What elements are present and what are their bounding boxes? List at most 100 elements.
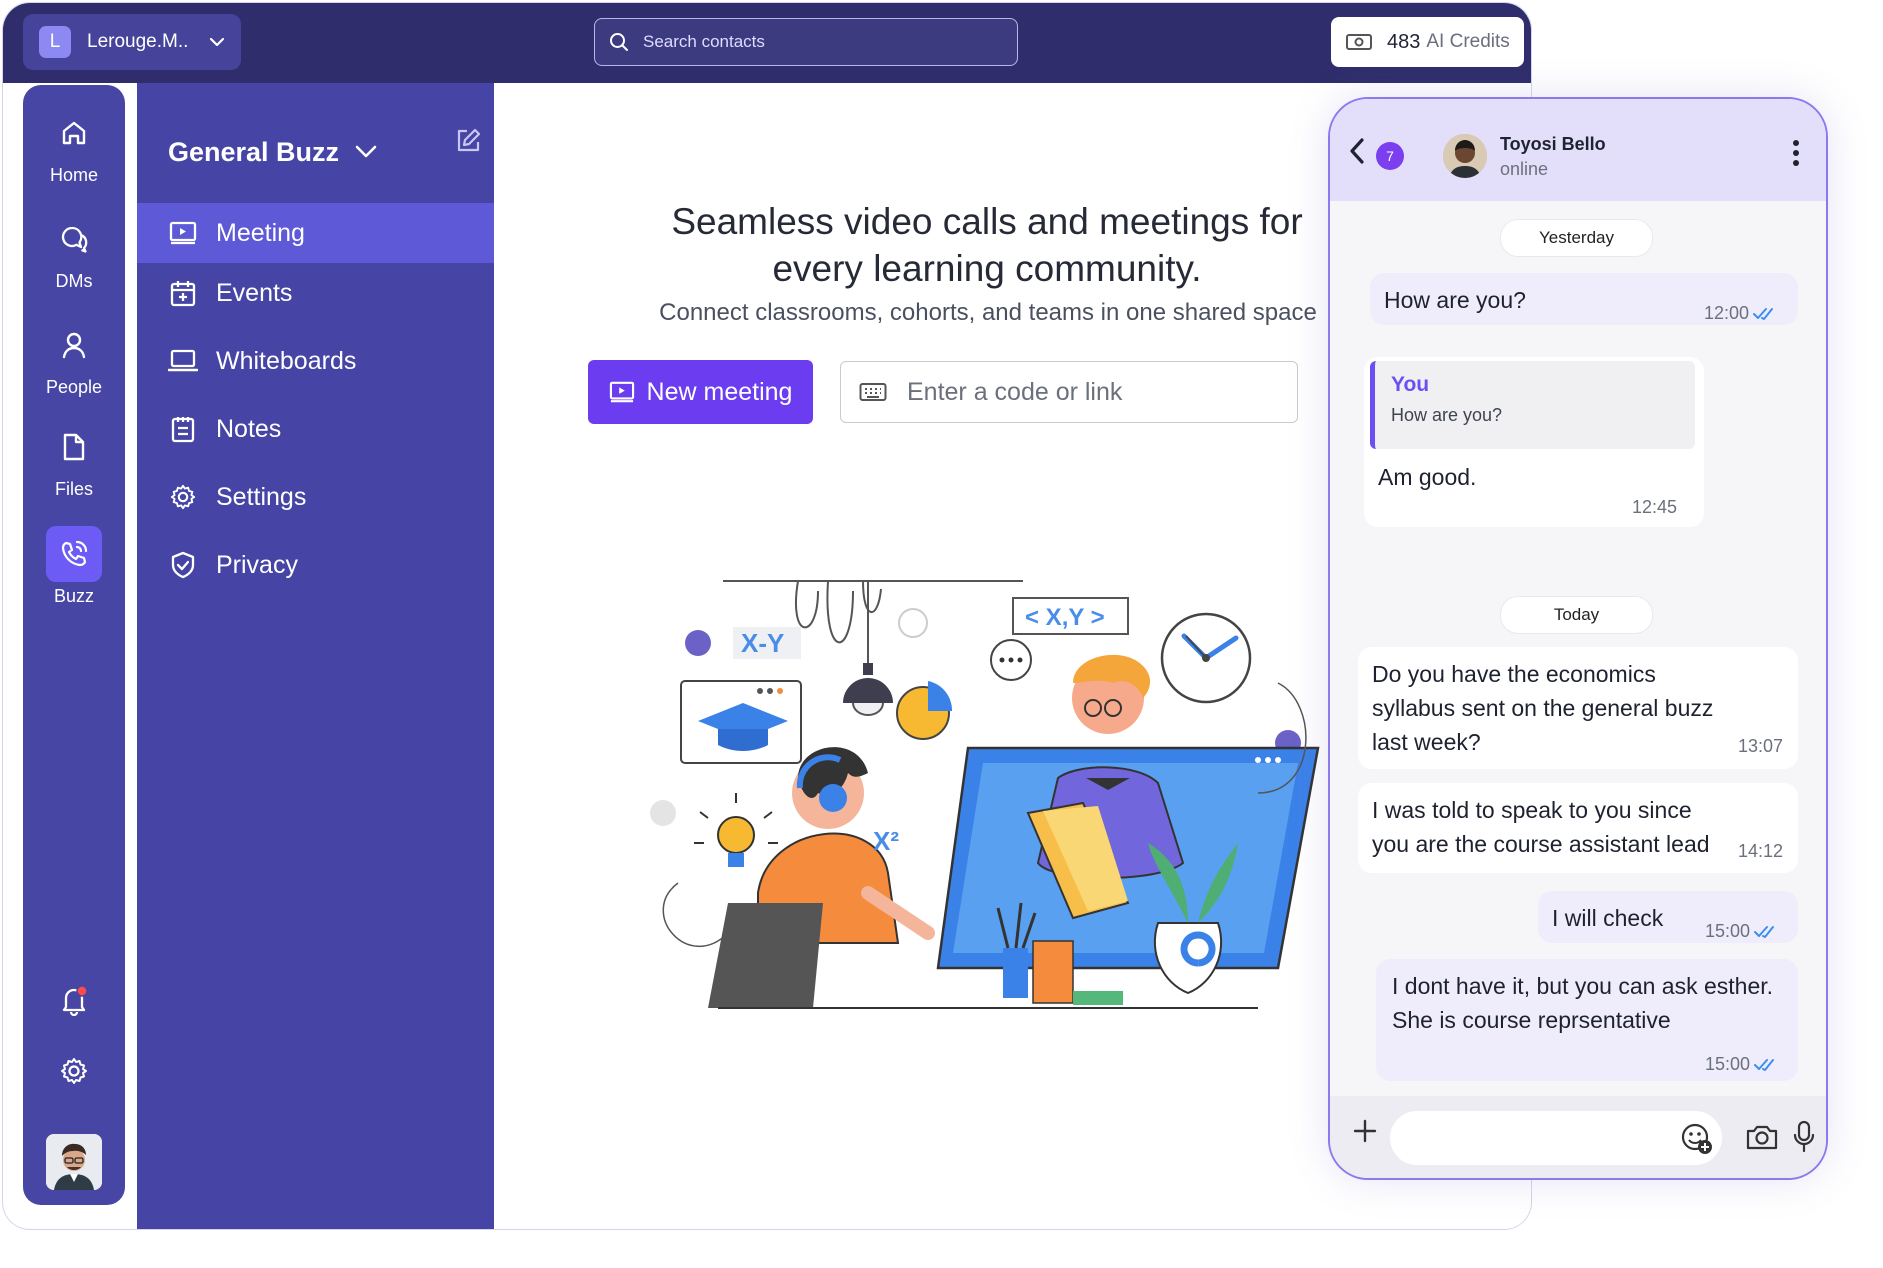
user-avatar[interactable] [46, 1134, 102, 1190]
top-bar: L Lerouge.M.. 483 AI Credits [3, 3, 1531, 83]
camera-icon[interactable] [1745, 1122, 1779, 1152]
message-time: 13:07 [1738, 736, 1784, 756]
sidebar-item-settings[interactable]: Settings [137, 467, 494, 527]
meeting-icon [168, 220, 198, 246]
person-icon [46, 317, 102, 373]
file-icon [46, 419, 102, 475]
message-time: 15:00 [1705, 921, 1778, 942]
channel-title: General Buzz [168, 136, 340, 167]
gear-icon[interactable] [46, 1043, 102, 1099]
more-options-icon[interactable] [1792, 139, 1800, 167]
chat-icon [46, 211, 102, 267]
sidebar-item-label: Events [216, 278, 293, 307]
message-time: 12:45 [1632, 497, 1678, 517]
notification-bell-icon[interactable] [46, 972, 102, 1028]
calendar-icon [168, 279, 198, 307]
app-window: L Lerouge.M.. 483 AI Credits Home [2, 2, 1532, 1230]
message-time: 12:00 [1704, 303, 1777, 324]
credits-value: 483 [1387, 30, 1421, 53]
rail-label-home: Home [49, 165, 98, 185]
sidebar-item-label: Whiteboards [216, 346, 357, 375]
chat-panel: 7 Toyosi Bello online Yesterday How are … [1328, 97, 1828, 1180]
power-label: X² [873, 826, 899, 856]
chevron-down-icon [355, 145, 377, 159]
sidebar-item-label: Notes [216, 414, 282, 443]
back-arrow-icon[interactable] [1348, 137, 1366, 165]
rail-item-people[interactable]: People [23, 317, 125, 398]
credits-label: AI Credits [1426, 31, 1510, 52]
rail-item-dms[interactable]: DMs [23, 211, 125, 292]
search-box[interactable] [594, 18, 1018, 66]
message-text: I dont have it, but you can ask esther. … [1392, 973, 1774, 1033]
sidebar-item-events[interactable]: Events [137, 263, 494, 323]
time-text: 15:00 [1705, 1054, 1751, 1074]
credits-icon [1345, 32, 1373, 52]
phone-call-icon [46, 526, 102, 582]
keyboard-icon [859, 382, 887, 402]
contact-name: Toyosi Bello [1500, 134, 1606, 154]
sidebar-item-label: Privacy [216, 550, 298, 579]
contact-status: online [1500, 159, 1549, 179]
contact-avatar[interactable] [1443, 134, 1487, 178]
search-input[interactable] [641, 31, 981, 53]
chevron-down-icon [209, 37, 225, 47]
chat-composer [1330, 1096, 1826, 1178]
message-time: 14:12 [1738, 841, 1784, 861]
shield-icon [168, 551, 198, 579]
search-icon [609, 32, 629, 52]
sidebar-item-label: Meeting [216, 218, 305, 247]
message-input[interactable] [1390, 1111, 1722, 1165]
message-text: I will check [1552, 905, 1664, 931]
hero-illustration: X-Y < X,Y > X² [638, 563, 1358, 1043]
sidebar-item-label: Settings [216, 482, 307, 511]
rail-label-dms: DMs [55, 271, 93, 291]
ai-credits-badge[interactable]: 483 AI Credits [1331, 17, 1524, 67]
gear-icon [168, 483, 198, 511]
rail-item-files[interactable]: Files [23, 419, 125, 500]
message-text: Do you have the economics syllabus sent … [1372, 661, 1714, 755]
workspace-switcher[interactable]: L Lerouge.M.. [23, 14, 241, 70]
formula-label: X-Y [741, 628, 784, 658]
message-bubble-incoming[interactable]: I was told to speak to you since you are… [1358, 783, 1798, 873]
code-tag-label: < X,Y > [1025, 604, 1105, 631]
microphone-icon[interactable] [1792, 1120, 1816, 1154]
sidebar-item-meeting[interactable]: Meeting [137, 203, 494, 263]
double-check-icon [1754, 925, 1778, 939]
meeting-code-input[interactable] [905, 376, 1265, 408]
sidebar-item-notes[interactable]: Notes [137, 399, 494, 459]
rail-label-buzz: Buzz [53, 586, 95, 606]
reply-author: You [1391, 373, 1430, 396]
home-icon [46, 105, 102, 161]
notes-icon [168, 415, 198, 443]
workspace-name: Lerouge.M.. [87, 31, 189, 52]
reply-quote[interactable]: You How are you? [1370, 361, 1695, 449]
meeting-icon [609, 380, 647, 404]
message-text: Am good. [1378, 464, 1477, 490]
page-subtitle: Connect classrooms, cohorts, and teams i… [659, 299, 1317, 326]
message-time: 15:00 [1705, 1054, 1778, 1075]
secondary-sidebar: General Buzz Meeting Events Whiteboards [137, 83, 494, 1229]
unread-count-badge: 7 [1376, 142, 1404, 170]
sidebar-item-privacy[interactable]: Privacy [137, 535, 494, 595]
channel-switcher[interactable]: General Buzz [168, 123, 468, 181]
compose-edit-icon[interactable] [454, 127, 482, 155]
rail-item-buzz[interactable]: Buzz [23, 526, 125, 607]
plus-icon[interactable] [1352, 1118, 1378, 1144]
date-separator: Yesterday [1500, 219, 1653, 257]
page-title: Seamless video calls and meetings for ev… [671, 201, 1303, 289]
time-text: 15:00 [1705, 921, 1751, 941]
rail-item-home[interactable]: Home [23, 105, 125, 186]
message-bubble-incoming[interactable]: Do you have the economics syllabus sent … [1358, 647, 1798, 769]
icon-rail: Home DMs People Files Buzz [23, 85, 125, 1205]
sticker-icon[interactable] [1680, 1122, 1714, 1156]
meeting-code-field[interactable] [840, 361, 1298, 423]
double-check-icon [1754, 1058, 1778, 1072]
sidebar-item-whiteboards[interactable]: Whiteboards [137, 331, 494, 391]
rail-label-people: People [45, 377, 103, 397]
whiteboard-icon [168, 348, 198, 374]
time-text: 12:00 [1704, 303, 1750, 323]
message-text: I was told to speak to you since you are… [1372, 797, 1710, 857]
new-meeting-button[interactable]: New meeting [588, 360, 813, 424]
new-meeting-label: New meeting [646, 377, 793, 406]
reply-text: How are you? [1391, 405, 1503, 425]
